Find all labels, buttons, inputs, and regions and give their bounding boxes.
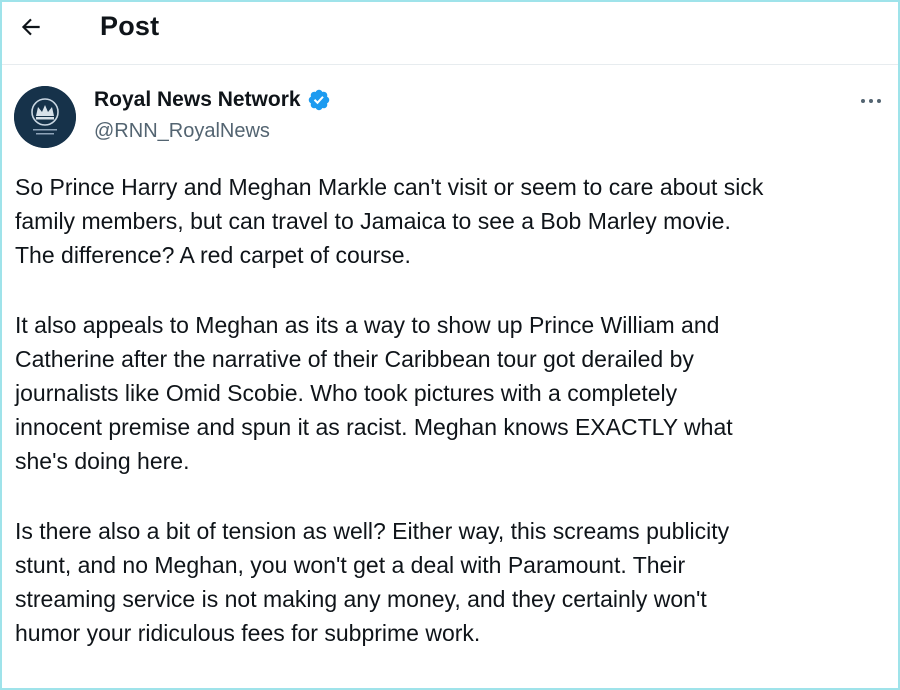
author-display-name[interactable]: Royal News Network [94,88,301,112]
page-title: Post [100,11,160,41]
author-handle[interactable]: @RNN_RoyalNews [94,120,270,143]
post-paragraph-3: Is there also a bit of tension as well? … [15,518,730,646]
arrow-left-icon [21,18,40,36]
more-horizontal-icon [861,99,881,103]
crown-emblem-icon [14,86,76,148]
avatar[interactable] [14,86,76,148]
author-name-row[interactable]: Royal News Network [94,88,331,112]
more-options-button[interactable] [854,88,888,114]
back-button[interactable] [14,10,48,44]
header-divider [2,64,898,65]
post-paragraph-2: It also appeals to Meghan as its a way t… [15,312,733,474]
post-paragraph-1: So Prince Harry and Meghan Markle can't … [15,174,764,268]
post-header: Post [2,2,898,56]
post-text: So Prince Harry and Meghan Markle can't … [15,170,893,686]
post-page: Post Royal News Network @RNN_RoyalNews S… [0,0,900,690]
verified-badge-icon [308,89,329,111]
